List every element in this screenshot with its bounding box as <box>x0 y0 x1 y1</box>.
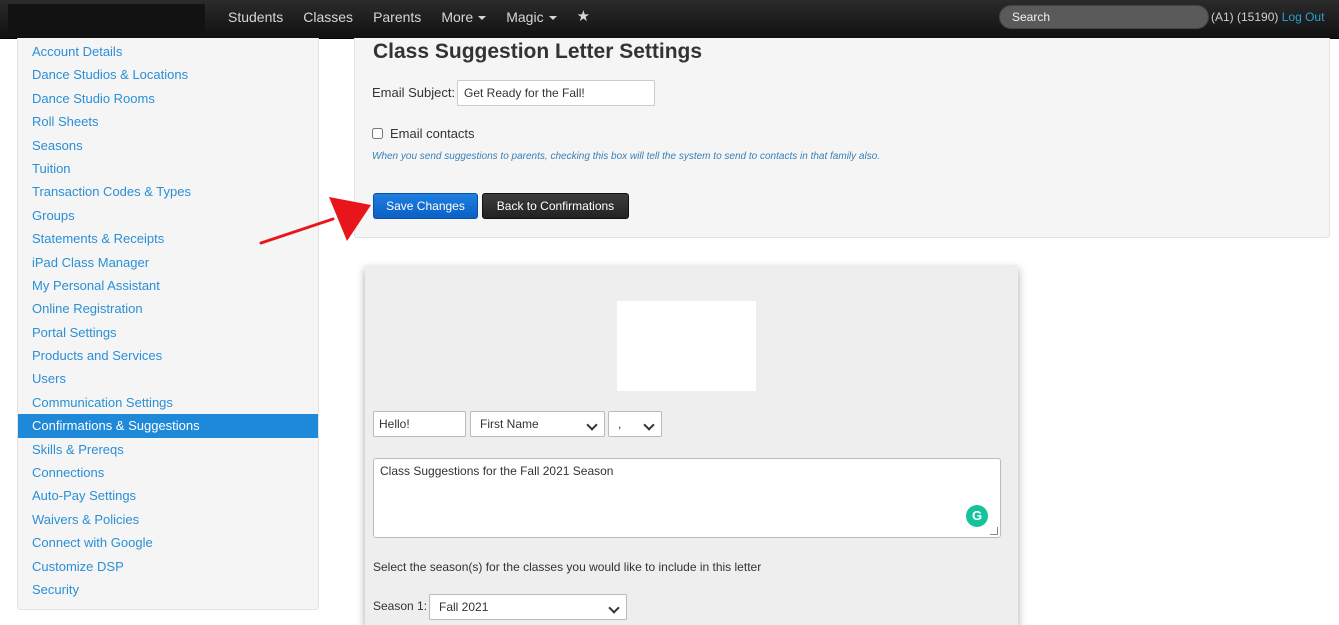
email-contacts-label[interactable]: Email contacts <box>390 126 475 141</box>
nav-more-label: More <box>441 9 474 25</box>
nav-magic-label: Magic <box>506 9 544 25</box>
sidebar-item-ipad-class-manager[interactable]: iPad Class Manager <box>18 251 318 274</box>
back-to-confirmations-button[interactable]: Back to Confirmations <box>482 193 629 219</box>
sidebar-item-portal-settings[interactable]: Portal Settings <box>18 321 318 344</box>
email-contacts-help-text: When you send suggestions to parents, ch… <box>372 151 881 162</box>
season1-label: Season 1: <box>373 599 428 613</box>
nav-more-dropdown[interactable]: More <box>431 0 496 34</box>
sidebar-item-connections[interactable]: Connections <box>18 461 318 484</box>
greeting-input[interactable] <box>373 411 466 437</box>
nav-menu: Students Classes Parents More Magic ★ <box>218 0 600 34</box>
sidebar-item-connect-with-google[interactable]: Connect with Google <box>18 531 318 554</box>
name-field-select[interactable]: First Name <box>470 411 605 437</box>
page-title: Class Suggestion Letter Settings <box>373 40 703 63</box>
caret-down-icon <box>478 16 487 21</box>
chevron-down-icon <box>643 419 655 431</box>
chevron-down-icon <box>608 602 620 614</box>
sidebar-item-roll-sheets[interactable]: Roll Sheets <box>18 110 318 133</box>
punctuation-select[interactable]: , <box>608 411 662 437</box>
resize-handle[interactable] <box>990 527 998 535</box>
sidebar-item-auto-pay-settings[interactable]: Auto-Pay Settings <box>18 484 318 507</box>
nav-parents-label: Parents <box>373 9 422 25</box>
nav-students-label: Students <box>228 9 284 25</box>
annotation-arrow-icon <box>259 197 371 245</box>
user-info: (A1) (15190) Log Out <box>1211 10 1324 24</box>
nav-classes-label: Classes <box>303 9 354 25</box>
brand-logo[interactable] <box>8 4 205 34</box>
season-select-instructions: Select the season(s) for the classes you… <box>373 560 762 574</box>
season1-select[interactable]: Fall 2021 <box>429 594 627 620</box>
sidebar-item-customize-dsp[interactable]: Customize DSP <box>18 555 318 578</box>
sidebar-item-users[interactable]: Users <box>18 367 318 390</box>
save-changes-button[interactable]: Save Changes <box>373 193 478 219</box>
caret-down-icon <box>548 16 557 21</box>
sidebar-item-products-and-services[interactable]: Products and Services <box>18 344 318 367</box>
favorites-star-icon[interactable]: ★ <box>567 0 600 34</box>
email-subject-label: Email Subject: <box>372 85 456 100</box>
sidebar-item-dance-studios-and-locations[interactable]: Dance Studios & Locations <box>18 63 318 86</box>
suggestion-settings-panel: Class Suggestion Letter Settings Email S… <box>354 38 1330 238</box>
search-input[interactable] <box>999 5 1209 29</box>
sidebar-item-waivers-and-policies[interactable]: Waivers & Policies <box>18 508 318 531</box>
chevron-down-icon <box>586 419 598 431</box>
name-field-value: First Name <box>480 417 539 431</box>
sidebar-item-tuition[interactable]: Tuition <box>18 157 318 180</box>
letter-body-textarea[interactable]: Class Suggestions for the Fall 2021 Seas… <box>373 458 1001 538</box>
logout-link[interactable]: Log Out <box>1282 10 1325 24</box>
sidebar-item-dance-studio-rooms[interactable]: Dance Studio Rooms <box>18 87 318 110</box>
nav-classes[interactable]: Classes <box>293 0 363 34</box>
nav-parents[interactable]: Parents <box>363 0 431 34</box>
sidebar-item-online-registration[interactable]: Online Registration <box>18 297 318 320</box>
nav-students[interactable]: Students <box>218 0 293 34</box>
email-subject-input[interactable] <box>457 80 655 106</box>
letter-preview-card: First Name , Class Suggestions for the F… <box>365 265 1018 625</box>
sidebar-item-skills-and-prereqs[interactable]: Skills & Prereqs <box>18 438 318 461</box>
email-contacts-checkbox[interactable] <box>372 128 383 139</box>
top-navbar: Students Classes Parents More Magic ★ (A… <box>0 0 1339 39</box>
sidebar-item-confirmations-and-suggestions[interactable]: Confirmations & Suggestions <box>18 414 318 438</box>
sidebar-item-my-personal-assistant[interactable]: My Personal Assistant <box>18 274 318 297</box>
grammarly-icon[interactable]: G <box>966 505 988 527</box>
season1-value: Fall 2021 <box>439 600 489 614</box>
punctuation-value: , <box>618 417 622 431</box>
nav-magic-dropdown[interactable]: Magic <box>496 0 566 34</box>
settings-sidebar: Account Details Dance Studios & Locations… <box>17 38 319 610</box>
sidebar-item-security[interactable]: Security <box>18 578 318 601</box>
sidebar-item-account-details[interactable]: Account Details <box>18 40 318 63</box>
letter-body-text: Class Suggestions for the Fall 2021 Seas… <box>380 464 614 478</box>
sidebar-item-seasons[interactable]: Seasons <box>18 134 318 157</box>
sidebar-item-communication-settings[interactable]: Communication Settings <box>18 391 318 414</box>
studio-logo-placeholder <box>617 301 756 391</box>
user-account-id: (A1) (15190) <box>1211 10 1279 24</box>
